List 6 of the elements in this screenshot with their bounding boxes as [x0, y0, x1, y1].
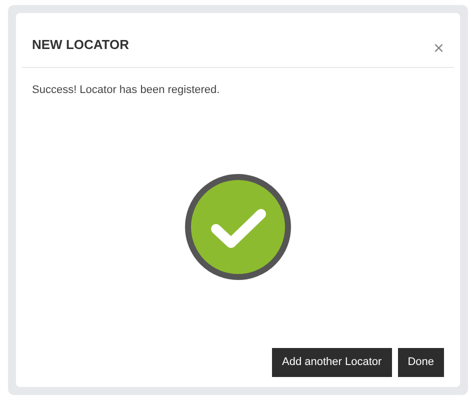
close-button[interactable]: ×	[433, 39, 444, 57]
dialog-title: NEW LOCATOR	[32, 36, 130, 54]
checkmark-icon	[185, 174, 291, 280]
dialog-button[interactable]: Add another Locator	[272, 348, 392, 377]
dialog-button[interactable]: Done	[398, 348, 444, 377]
success-message: Success! Locator has been registered.	[31, 83, 221, 98]
